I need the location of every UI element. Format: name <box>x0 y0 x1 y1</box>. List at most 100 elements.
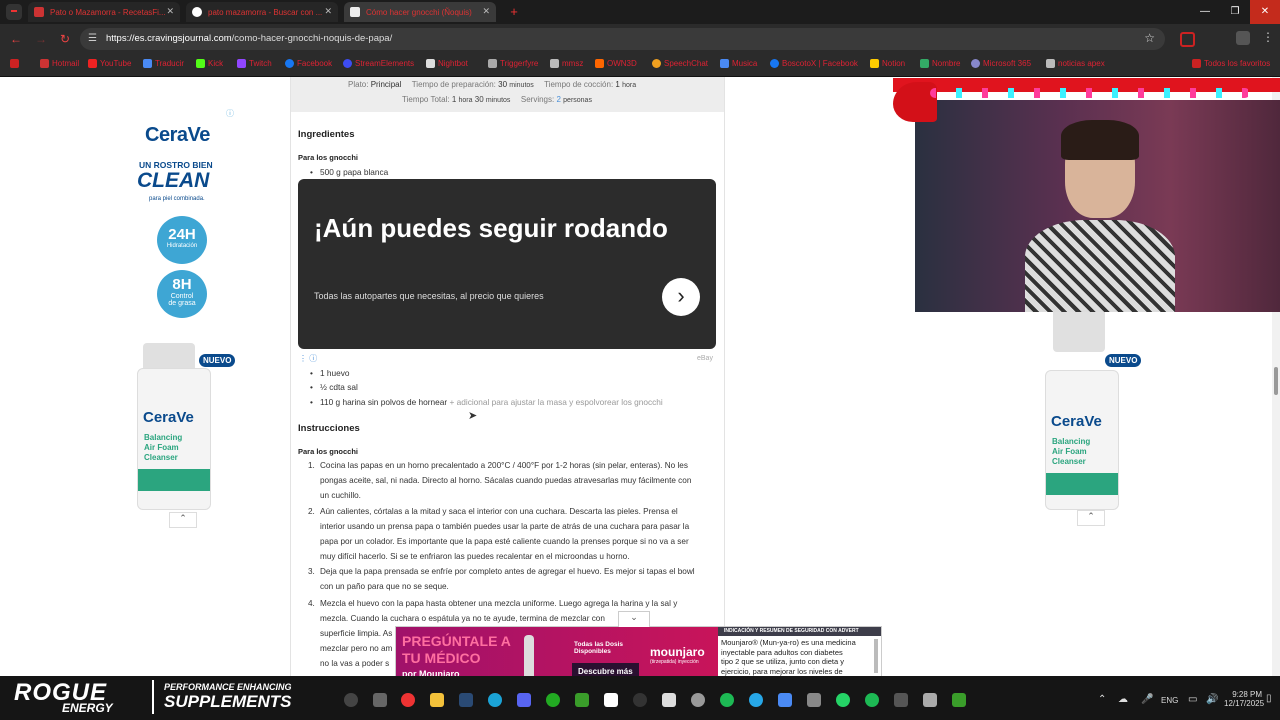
reload-icon[interactable]: ↻ <box>60 32 70 46</box>
microphone-icon[interactable]: 🎤 <box>1141 694 1153 705</box>
volume-icon[interactable]: 🔊 <box>1206 694 1218 705</box>
onedrive-icon[interactable]: ☁ <box>1118 694 1128 705</box>
tab-gnocchi[interactable]: Cómo hacer gnocchi (Ñoquis) ✕ <box>344 2 496 22</box>
discord-icon[interactable] <box>517 693 531 707</box>
scrollbar-thumb[interactable] <box>1274 367 1278 395</box>
language-indicator[interactable]: ENG <box>1161 696 1178 705</box>
browser-menu-icon[interactable] <box>6 4 22 20</box>
tray-chevron-icon[interactable]: ⌃ <box>1098 694 1106 705</box>
instruction-step: 3. Deja que la papa prensada se enfríe p… <box>308 567 695 591</box>
ebay-ad[interactable]: ¡Aún puedes seguir rodando Todas las aut… <box>298 179 716 349</box>
bookmark-musica[interactable]: Musica <box>720 59 757 68</box>
minimize-button[interactable]: — <box>1190 0 1220 24</box>
bookmark-noticias-apex[interactable]: noticias apex <box>1046 59 1105 68</box>
browser-tab-strip: Pato o Mazamorra - RecetasFi... ✕ pato m… <box>0 0 1280 24</box>
spotify-icon[interactable] <box>865 693 879 707</box>
mouse-cursor-icon: ➤ <box>468 410 478 422</box>
profile-icon[interactable] <box>1236 31 1250 45</box>
telegram-icon[interactable] <box>749 693 763 707</box>
url-text: https://es.cravingsjournal.com/como-hace… <box>106 33 392 44</box>
bookmark-facebook[interactable]: Facebook <box>285 59 332 68</box>
new-tab-button[interactable]: + <box>506 4 522 20</box>
ad-collapse-tab[interactable]: ⌄ <box>618 611 650 627</box>
close-icon[interactable]: ✕ <box>482 6 490 17</box>
app-icon[interactable] <box>778 693 792 707</box>
bookmark-triggerfyre[interactable]: Triggerfyre <box>488 59 538 68</box>
bookmark-star-icon[interactable]: ☆ <box>1144 31 1155 45</box>
instruction-step: 1. Cocina las papas en un horno precalen… <box>308 461 692 500</box>
url-domain: https://es.cravingsjournal.com <box>106 33 232 44</box>
chevron-up-icon[interactable]: ⌃ <box>169 512 197 528</box>
ad-isi-scrollbar[interactable] <box>874 639 878 673</box>
cerave-ad-left[interactable]: ⓘ CeraVe UN ROSTRO BIEN CLEAN para piel … <box>129 108 236 528</box>
ad-headline: ¡Aún puedes seguir rodando <box>314 213 668 243</box>
bookmark-notion[interactable]: Notion <box>870 59 905 68</box>
edge-icon[interactable] <box>488 693 502 707</box>
chevron-up-icon[interactable]: ⌃ <box>1077 510 1105 526</box>
app-icon[interactable] <box>662 693 676 707</box>
bookmark-traducir[interactable]: Traducir <box>143 59 184 68</box>
site-info-icon[interactable]: ☰ <box>88 33 97 44</box>
network-icon[interactable]: ▭ <box>1188 694 1197 705</box>
taskview-icon[interactable] <box>373 693 387 707</box>
epic-games-icon[interactable] <box>604 693 618 707</box>
ad-info-icon[interactable]: ⋮ ⓘ <box>299 353 317 364</box>
recipe-meta: Plato: Principal Tiempo de preparación: … <box>291 77 724 112</box>
search-icon[interactable] <box>344 693 358 707</box>
chevron-right-icon[interactable]: › <box>662 278 700 316</box>
bookmark-microsoft365[interactable]: Microsoft 365 <box>971 59 1031 68</box>
bookmark-youtube[interactable]: YouTube <box>88 59 131 68</box>
tab-label: Pato o Mazamorra - RecetasFi... <box>50 7 166 17</box>
all-bookmarks[interactable]: Todos los favoritos <box>1192 59 1270 68</box>
more-menu-icon[interactable]: ⋮ <box>1262 30 1274 44</box>
app-icon[interactable] <box>952 693 966 707</box>
app-icon[interactable] <box>923 693 937 707</box>
cerave-ad-right[interactable]: NUEVO CeraVe Balancing Air Foam Cleanser… <box>1037 312 1144 526</box>
ingredient-item: 1 huevo <box>310 368 349 378</box>
ad-isi-header: INDICACIÓN Y RESUMEN DE SEGURIDAD CON AD… <box>718 627 881 636</box>
clock[interactable]: 9:28 PM 12/17/2025 <box>1224 690 1264 708</box>
close-window-button[interactable]: ✕ <box>1250 0 1280 24</box>
meta-row-2: Tiempo Total: 1 hora 30 minutos Servings… <box>402 95 592 104</box>
browser-toolbar: ← → ↻ ☰ https://es.cravingsjournal.com/c… <box>0 24 1280 54</box>
app-icon[interactable] <box>807 693 821 707</box>
back-icon[interactable]: ← <box>10 32 22 46</box>
bookmark-boscotox[interactable]: BoscotoX | Facebook <box>770 59 858 68</box>
meta-row-1: Plato: Principal Tiempo de preparación: … <box>348 80 637 89</box>
bookmark-twitch[interactable]: Twitch <box>237 59 272 68</box>
clock-time: 9:28 PM <box>1232 690 1262 699</box>
bookmark-kick[interactable]: Kick <box>196 59 223 68</box>
bookmark-streamelements[interactable]: StreamElements <box>343 59 414 68</box>
steam-icon[interactable] <box>459 693 473 707</box>
ingredients-heading: Ingredientes <box>298 129 355 140</box>
bookmark-own3d[interactable]: OWN3D <box>595 59 637 68</box>
santa-hat-icon <box>893 82 937 122</box>
forward-icon[interactable]: → <box>35 32 47 46</box>
bookmark-nightbot[interactable]: Nightbot <box>426 59 468 68</box>
close-icon[interactable]: ✕ <box>324 6 332 17</box>
spotify-icon[interactable] <box>720 693 734 707</box>
apps-icon[interactable] <box>10 59 19 68</box>
minecraft-icon[interactable] <box>575 693 589 707</box>
bookmark-speechchat[interactable]: SpeechChat <box>652 59 708 68</box>
whatsapp-icon[interactable] <box>836 693 850 707</box>
bookmark-mmsz[interactable]: mmsz <box>550 59 583 68</box>
ad-info-icon[interactable]: ⓘ <box>226 108 234 119</box>
obs-icon[interactable] <box>633 693 647 707</box>
app-icon[interactable] <box>691 693 705 707</box>
maximize-button[interactable]: ❐ <box>1220 0 1250 24</box>
chrome-icon[interactable] <box>401 693 415 707</box>
bookmark-nombre[interactable]: Nombre <box>920 59 960 68</box>
windows-taskbar: ROGUE ENERGY PERFORMANCE ENHANCING SUPPL… <box>0 676 1280 720</box>
close-icon[interactable]: ✕ <box>166 6 174 17</box>
tab-pato-mazamorra[interactable]: Pato o Mazamorra - RecetasFi... ✕ <box>28 2 180 22</box>
extension-icon[interactable] <box>1180 32 1195 47</box>
file-explorer-icon[interactable] <box>430 693 444 707</box>
product-bottle-body: CeraVe Balancing Air Foam Cleanser <box>1045 370 1119 510</box>
xbox-icon[interactable] <box>546 693 560 707</box>
notification-icon[interactable]: ▯ <box>1266 693 1272 704</box>
tab-search[interactable]: pato mazamorra - Buscar con ... ✕ <box>186 2 338 22</box>
bookmark-hotmail[interactable]: Hotmail <box>40 59 79 68</box>
app-icon[interactable] <box>894 693 908 707</box>
address-bar[interactable]: ☰ https://es.cravingsjournal.com/como-ha… <box>80 28 1165 50</box>
